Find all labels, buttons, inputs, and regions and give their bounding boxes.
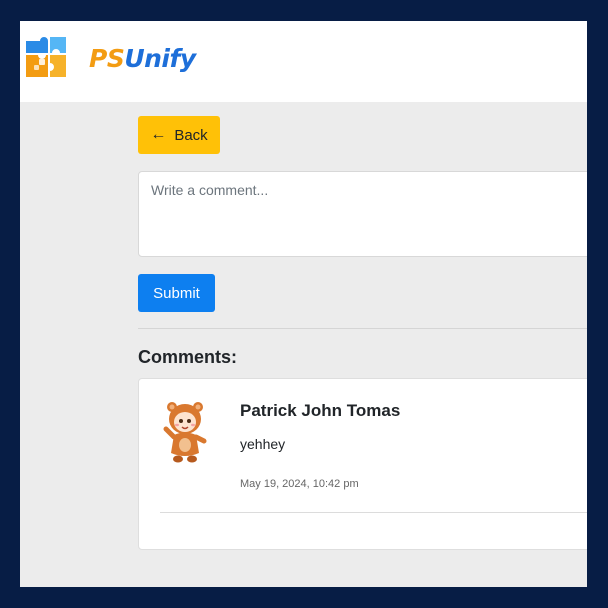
avatar-icon xyxy=(163,402,207,463)
brand-logo[interactable]: PSUnify xyxy=(24,35,196,81)
puzzle-logo-icon xyxy=(26,37,66,77)
comment-timestamp: May 19, 2024, 10:42 pm xyxy=(240,478,359,490)
comment-divider xyxy=(160,512,587,513)
comment-input[interactable] xyxy=(138,171,587,257)
comments-heading: Comments: xyxy=(138,347,238,367)
back-button-label: Back xyxy=(174,126,208,144)
section-divider xyxy=(138,328,587,329)
arrow-left-icon: ← xyxy=(150,126,167,143)
brand-name: PSUnify xyxy=(89,46,196,71)
back-button[interactable]: ← Back xyxy=(138,116,220,154)
comment-text: yehhey xyxy=(240,436,286,452)
app-window: PSUnify ← Back Submit Comments: xyxy=(20,21,587,587)
comment-author: Patrick John Tomas xyxy=(240,401,401,420)
submit-button[interactable]: Submit xyxy=(138,274,215,312)
top-navbar: PSUnify xyxy=(20,21,587,102)
brand-prefix: PS xyxy=(89,43,125,73)
brand-suffix: Unify xyxy=(124,43,196,73)
comments-card: Patrick John Tomas yehhey May 19, 2024, … xyxy=(138,378,587,550)
